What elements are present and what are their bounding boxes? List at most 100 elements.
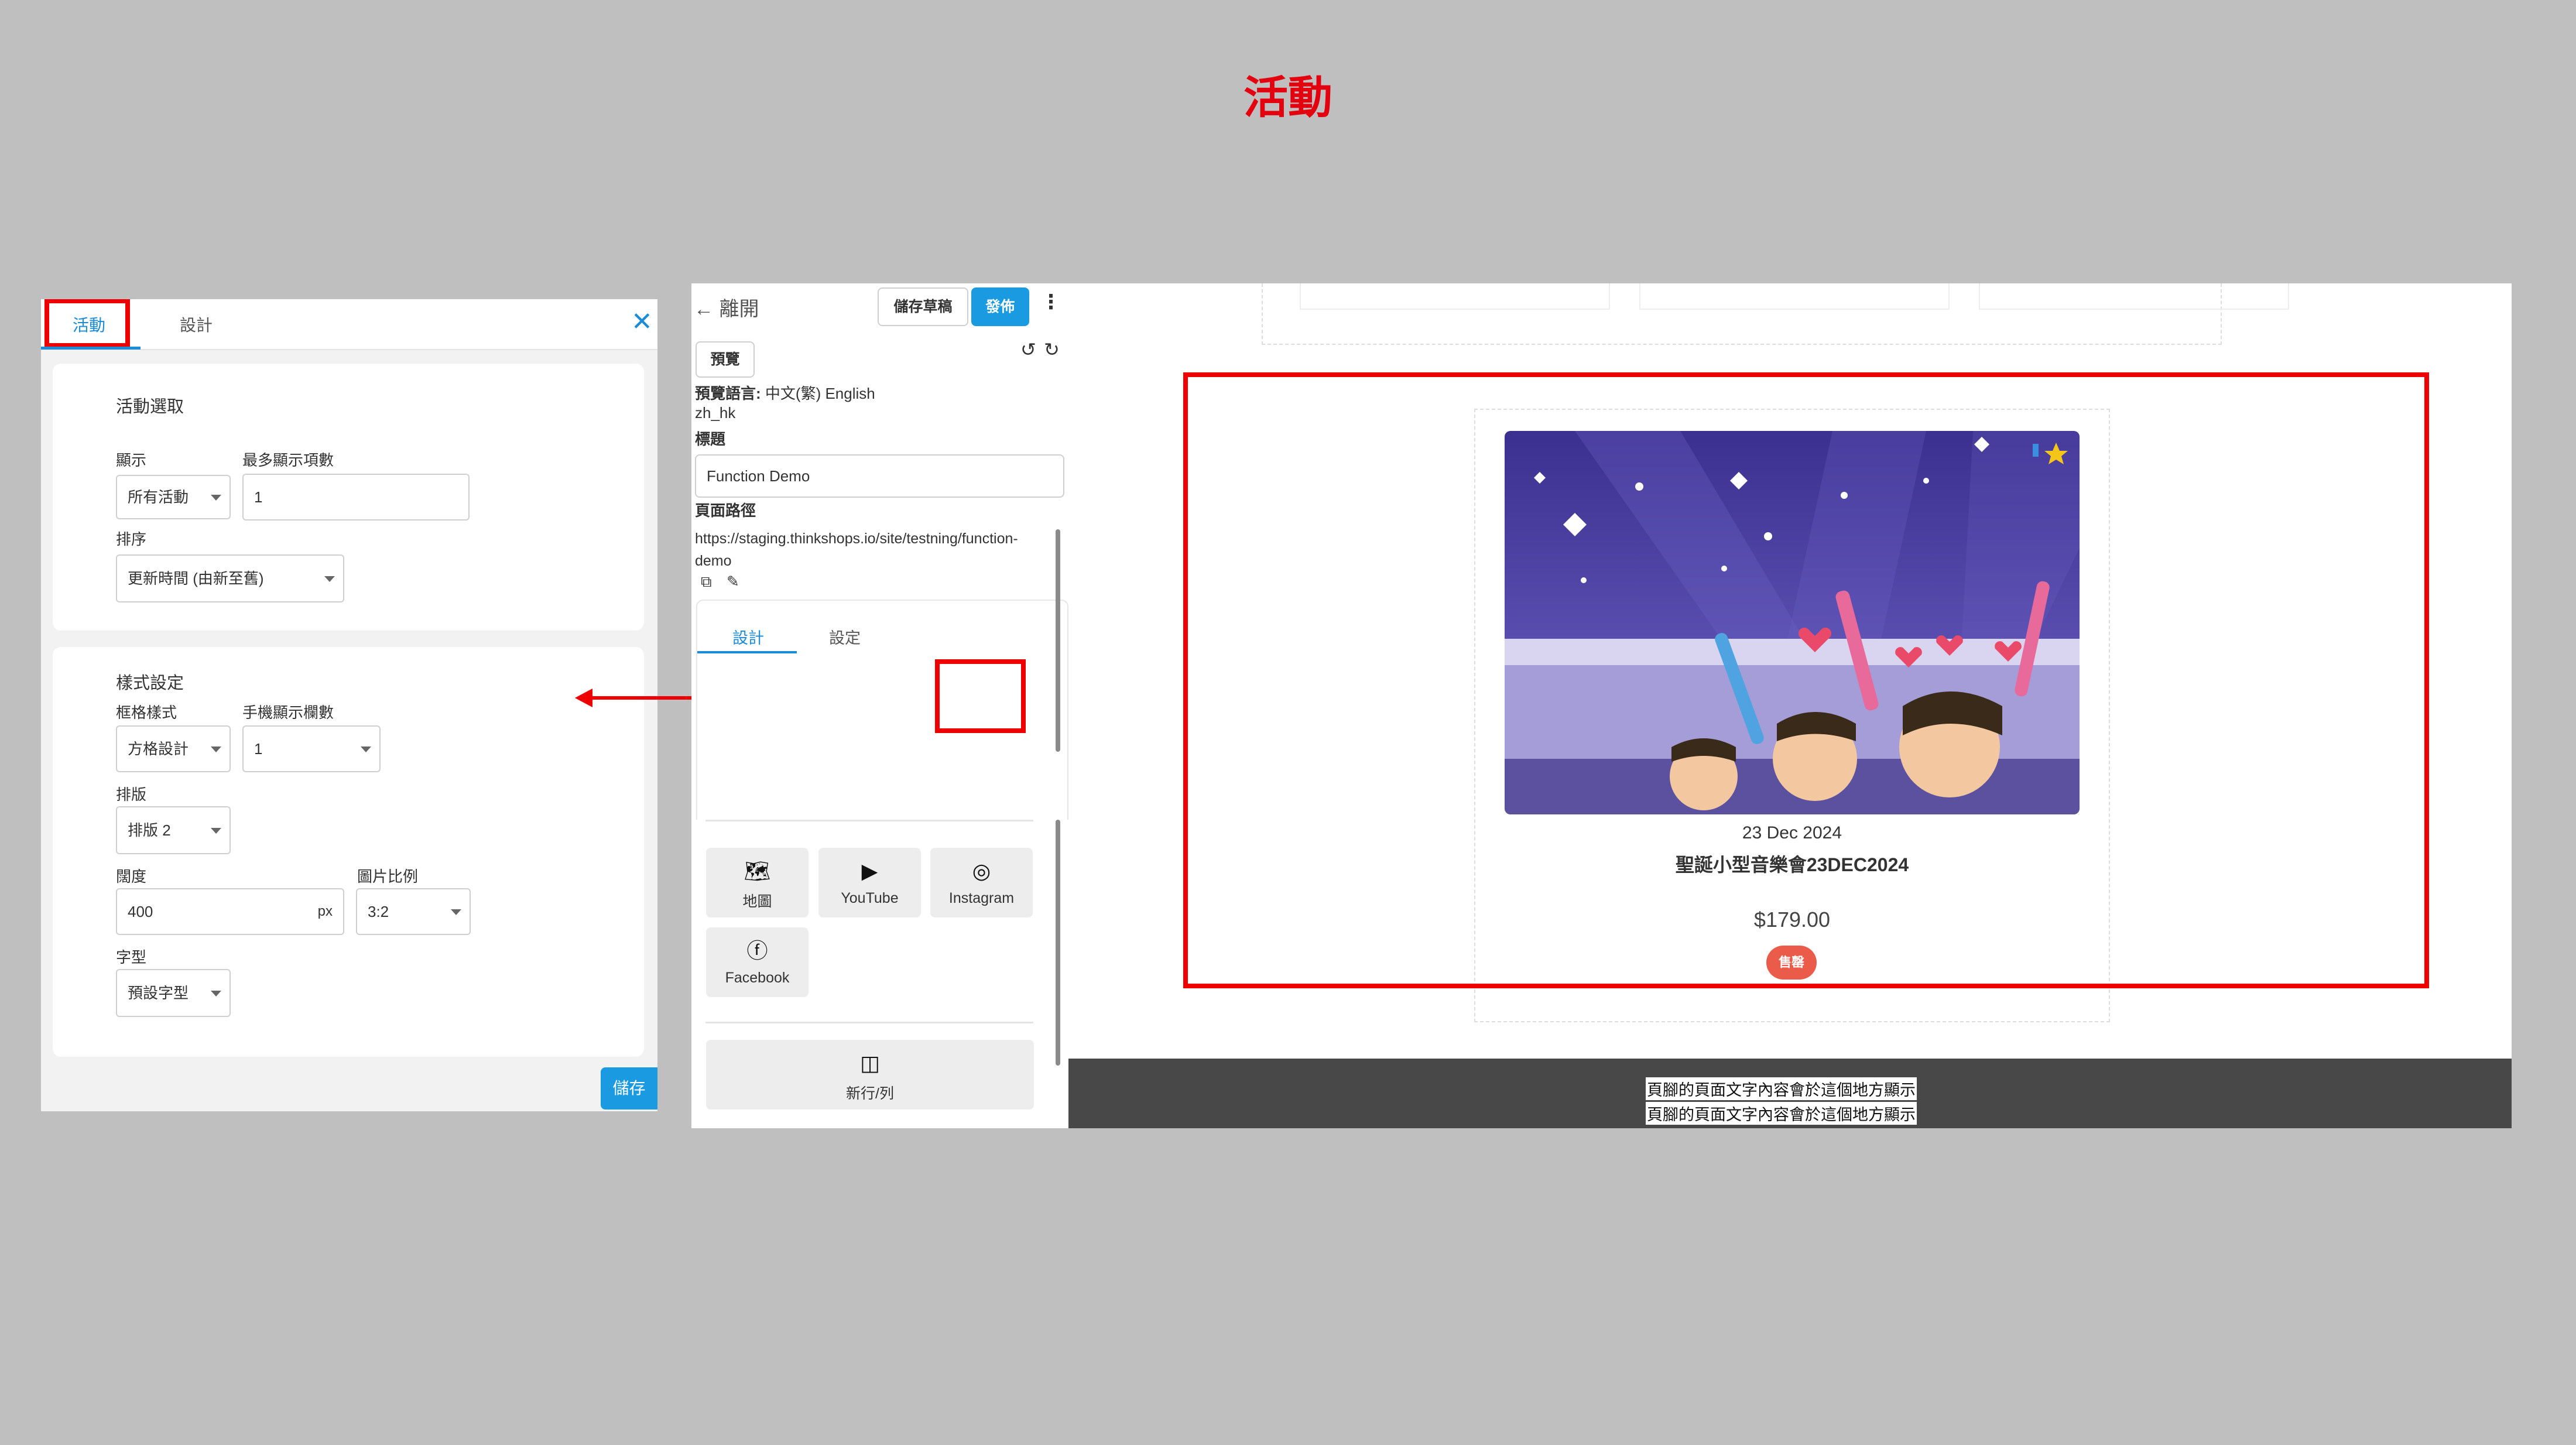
lang-en[interactable]: English bbox=[825, 385, 875, 402]
page-footer: 頁腳的頁面文字內容會於這個地方顯示 頁腳的頁面文字內容會於這個地方顯示 bbox=[1068, 1059, 2512, 1128]
more-vertical-icon[interactable]: ⋮ bbox=[1041, 290, 1061, 314]
preview-button[interactable]: 預覽 bbox=[696, 341, 755, 378]
title-label: 標題 bbox=[695, 430, 726, 448]
widget-facebook[interactable]: ⓕ Facebook bbox=[706, 927, 809, 997]
style-title: 樣式設定 bbox=[116, 674, 184, 693]
title-value: Function Demo bbox=[707, 467, 810, 485]
max-items-input[interactable]: 1 bbox=[242, 474, 470, 521]
preview-lang-label: 預覽語言: bbox=[695, 385, 761, 402]
chevron-down-icon bbox=[211, 991, 221, 997]
settings-tabs: 活動 設計 ✕ bbox=[41, 299, 657, 350]
previous-card-outline bbox=[1979, 283, 2289, 310]
widget-map[interactable]: 🗺 地圖 bbox=[706, 848, 809, 917]
ratio-label: 圖片比例 bbox=[357, 868, 419, 885]
chevron-down-icon bbox=[211, 495, 221, 501]
tab-editor-settings[interactable]: 設定 bbox=[829, 625, 861, 648]
frame-style-value: 方格設計 bbox=[128, 740, 189, 758]
back-label: 離開 bbox=[719, 298, 759, 320]
editor-sidebar-lower: 🗺 地圖 ▶ YouTube ◎ Instagram ⓕ Facebook ◫ … bbox=[691, 820, 1068, 1128]
display-select[interactable]: 所有活動 bbox=[116, 475, 231, 519]
layout-label: 排版 bbox=[116, 786, 147, 803]
copy-icon[interactable]: ⧉ bbox=[701, 573, 712, 591]
sidebar-scrollbar[interactable] bbox=[1056, 820, 1060, 1066]
max-items-label: 最多顯示項數 bbox=[242, 451, 334, 469]
mobile-cols-label: 手機顯示欄數 bbox=[242, 704, 334, 721]
save-button[interactable]: 儲存 bbox=[601, 1067, 657, 1110]
chevron-down-icon bbox=[211, 828, 221, 834]
slide-title: 活動 bbox=[1244, 73, 1332, 123]
activity-settings-panel: 活動 設計 ✕ 活動選取 顯示 最多顯示項數 所有活動 1 排序 更新時間 (由… bbox=[41, 299, 657, 1111]
preview-language-row: 預覽語言: 中文(繁) English bbox=[695, 382, 875, 403]
ratio-select[interactable]: 3:2 bbox=[356, 888, 471, 935]
widget-label: Instagram bbox=[948, 890, 1015, 906]
undo-icon[interactable]: ↺ bbox=[1020, 338, 1036, 361]
font-label: 字型 bbox=[116, 949, 147, 966]
widget-label: YouTube bbox=[841, 890, 899, 906]
chevron-down-icon bbox=[324, 576, 335, 582]
sort-value: 更新時間 (由新至舊) bbox=[128, 570, 264, 587]
tab-active-underline bbox=[41, 347, 141, 350]
columns-icon: ◫ bbox=[859, 1051, 880, 1075]
selection-card: 活動選取 顯示 最多顯示項數 所有活動 1 排序 更新時間 (由新至舊) bbox=[53, 364, 644, 631]
selection-title: 活動選取 bbox=[116, 398, 184, 416]
width-label: 闊度 bbox=[116, 868, 147, 885]
frame-style-select[interactable]: 方格設計 bbox=[116, 725, 231, 772]
layout-value: 排版 2 bbox=[128, 821, 171, 839]
frame-style-label: 框格樣式 bbox=[116, 704, 177, 721]
tab-editor-design[interactable]: 設計 bbox=[732, 625, 764, 648]
chevron-down-icon bbox=[361, 747, 371, 752]
previous-card-outline bbox=[1300, 283, 1610, 310]
widget-new-row[interactable]: ◫ 新行/列 bbox=[706, 1040, 1034, 1110]
width-value: 400 bbox=[128, 903, 153, 920]
save-draft-button[interactable]: 儲存草稿 bbox=[878, 287, 968, 326]
divider bbox=[705, 820, 1033, 821]
tab-activity-highlight bbox=[44, 299, 130, 348]
pencil-icon[interactable]: ✎ bbox=[727, 573, 739, 591]
sort-select[interactable]: 更新時間 (由新至舊) bbox=[116, 554, 344, 602]
title-input[interactable]: Function Demo bbox=[695, 454, 1064, 498]
facebook-icon: ⓕ bbox=[746, 939, 768, 963]
tab-design[interactable]: 設計 bbox=[167, 311, 225, 340]
display-value: 所有活動 bbox=[128, 488, 189, 506]
activity-widget-highlight bbox=[935, 659, 1026, 733]
divider bbox=[705, 1022, 1033, 1023]
path-line-1: https://staging.thinkshops.io/site/testn… bbox=[695, 530, 1018, 547]
widget-instagram[interactable]: ◎ Instagram bbox=[930, 848, 1033, 917]
instagram-icon: ◎ bbox=[972, 859, 991, 883]
sort-label: 排序 bbox=[116, 530, 147, 548]
widget-label: 新行/列 bbox=[846, 1086, 894, 1102]
footer-text-line-2: 頁腳的頁面文字內容會於這個地方顯示 bbox=[1646, 1102, 1917, 1125]
chevron-down-icon bbox=[451, 909, 461, 915]
map-icon: 🗺 bbox=[744, 859, 771, 883]
close-icon[interactable]: ✕ bbox=[631, 307, 653, 337]
lang-code: zh_hk bbox=[695, 404, 736, 422]
widget-label: Facebook bbox=[725, 970, 790, 986]
tab-active-underline bbox=[697, 651, 797, 653]
path-line-2: demo bbox=[695, 553, 732, 569]
arrow-left-icon: ← bbox=[694, 298, 714, 320]
style-card: 樣式設定 框格樣式 手機顯示欄數 方格設計 1 排版 排版 2 闊度 圖片比例 … bbox=[53, 647, 644, 1057]
chevron-down-icon bbox=[211, 747, 221, 752]
mobile-cols-value: 1 bbox=[254, 740, 263, 758]
preview-highlight bbox=[1183, 372, 2429, 988]
widget-youtube[interactable]: ▶ YouTube bbox=[818, 848, 921, 917]
widget-label: 地圖 bbox=[742, 893, 772, 910]
display-label: 顯示 bbox=[116, 451, 147, 469]
max-items-value: 1 bbox=[254, 488, 263, 506]
path-label: 頁面路徑 bbox=[695, 502, 756, 519]
redo-icon[interactable]: ↻ bbox=[1044, 338, 1060, 361]
layout-select[interactable]: 排版 2 bbox=[116, 806, 231, 854]
youtube-icon: ▶ bbox=[861, 859, 878, 883]
footer-text-line-1: 頁腳的頁面文字內容會於這個地方顯示 bbox=[1646, 1077, 1917, 1100]
annotation-arrow-head bbox=[575, 689, 592, 707]
sidebar-scrollbar[interactable] bbox=[1056, 529, 1060, 752]
font-select[interactable]: 預設字型 bbox=[116, 969, 231, 1017]
font-value: 預設字型 bbox=[128, 984, 189, 1002]
lang-zh[interactable]: 中文(繁) bbox=[765, 385, 821, 402]
publish-button[interactable]: 發佈 bbox=[971, 287, 1029, 326]
mobile-cols-select[interactable]: 1 bbox=[242, 725, 381, 772]
width-input[interactable]: 400 px bbox=[116, 888, 344, 935]
page-preview: 23 Dec 2024 聖誕小型音樂會23DEC2024 $179.00 售罄 … bbox=[1068, 283, 2512, 1128]
width-unit: px bbox=[317, 903, 333, 919]
back-button[interactable]: ← 離開 bbox=[694, 293, 759, 321]
